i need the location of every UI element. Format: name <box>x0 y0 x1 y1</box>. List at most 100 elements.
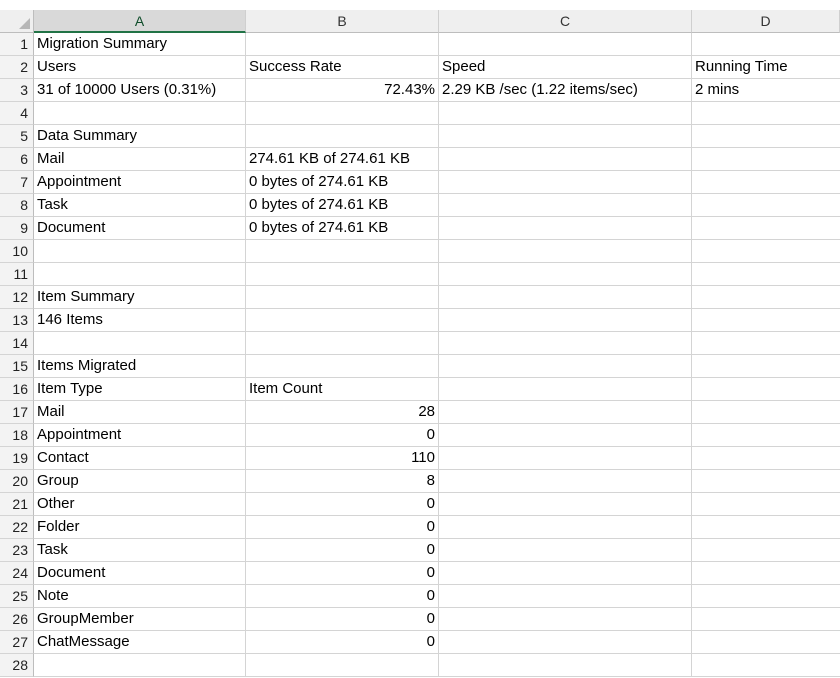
cell-b[interactable]: 0 <box>246 608 439 631</box>
cell-d[interactable] <box>692 516 840 539</box>
row-header[interactable]: 2 <box>0 56 34 79</box>
cell-b[interactable]: 0 <box>246 516 439 539</box>
cell-d[interactable]: Running Time <box>692 56 840 79</box>
cell-c[interactable] <box>439 562 692 585</box>
cell-c[interactable] <box>439 125 692 148</box>
row-header[interactable]: 3 <box>0 79 34 102</box>
row-header[interactable]: 21 <box>0 493 34 516</box>
cell-a[interactable]: Item Type <box>34 378 246 401</box>
cell-d[interactable] <box>692 401 840 424</box>
cell-b[interactable]: 274.61 KB of 274.61 KB <box>246 148 439 171</box>
cell-a[interactable]: Task <box>34 539 246 562</box>
row-header[interactable]: 7 <box>0 171 34 194</box>
cell-a[interactable]: Document <box>34 562 246 585</box>
row-header[interactable]: 8 <box>0 194 34 217</box>
cell-b[interactable]: 0 <box>246 585 439 608</box>
cell-b[interactable] <box>246 355 439 378</box>
cell-c[interactable] <box>439 401 692 424</box>
cell-c[interactable] <box>439 286 692 309</box>
cell-b[interactable] <box>246 33 439 56</box>
cell-c[interactable] <box>439 332 692 355</box>
cell-c[interactable] <box>439 493 692 516</box>
row-header[interactable]: 10 <box>0 240 34 263</box>
cell-c[interactable]: Speed <box>439 56 692 79</box>
cell-c[interactable] <box>439 516 692 539</box>
cell-d[interactable] <box>692 585 840 608</box>
cell-a[interactable]: GroupMember <box>34 608 246 631</box>
cell-b[interactable]: Success Rate <box>246 56 439 79</box>
column-header-d[interactable]: D <box>692 10 840 33</box>
cell-d[interactable] <box>692 263 840 286</box>
cell-a[interactable]: Item Summary <box>34 286 246 309</box>
cell-b[interactable]: 0 <box>246 631 439 654</box>
cell-a[interactable]: Data Summary <box>34 125 246 148</box>
cell-c[interactable] <box>439 585 692 608</box>
cell-a[interactable]: Migration Summary <box>34 33 246 56</box>
cell-b[interactable]: 28 <box>246 401 439 424</box>
cell-b[interactable] <box>246 263 439 286</box>
cell-a[interactable]: Note <box>34 585 246 608</box>
row-header[interactable]: 1 <box>0 33 34 56</box>
cell-a[interactable]: 31 of 10000 Users (0.31%) <box>34 79 246 102</box>
cell-d[interactable] <box>692 470 840 493</box>
row-header[interactable]: 24 <box>0 562 34 585</box>
row-header[interactable]: 16 <box>0 378 34 401</box>
column-header-c[interactable]: C <box>439 10 692 33</box>
cell-c[interactable] <box>439 608 692 631</box>
cell-a[interactable]: Group <box>34 470 246 493</box>
row-header[interactable]: 15 <box>0 355 34 378</box>
cell-c[interactable]: 2.29 KB /sec (1.22 items/sec) <box>439 79 692 102</box>
cell-b[interactable] <box>246 125 439 148</box>
cell-d[interactable] <box>692 125 840 148</box>
cell-d[interactable] <box>692 493 840 516</box>
cell-c[interactable] <box>439 240 692 263</box>
cell-b[interactable]: 0 <box>246 562 439 585</box>
row-header[interactable]: 28 <box>0 654 34 677</box>
cell-b[interactable]: 0 bytes of 274.61 KB <box>246 194 439 217</box>
cell-c[interactable] <box>439 424 692 447</box>
cell-a[interactable]: Mail <box>34 401 246 424</box>
row-header[interactable]: 4 <box>0 102 34 125</box>
cell-b[interactable] <box>246 102 439 125</box>
cell-c[interactable] <box>439 309 692 332</box>
cell-d[interactable]: 2 mins <box>692 79 840 102</box>
cell-a[interactable]: Document <box>34 217 246 240</box>
cell-d[interactable] <box>692 424 840 447</box>
cell-d[interactable] <box>692 171 840 194</box>
row-header[interactable]: 19 <box>0 447 34 470</box>
cell-a[interactable]: Appointment <box>34 171 246 194</box>
cell-c[interactable] <box>439 171 692 194</box>
cell-a[interactable]: Folder <box>34 516 246 539</box>
row-header[interactable]: 20 <box>0 470 34 493</box>
row-header[interactable]: 25 <box>0 585 34 608</box>
cell-b[interactable]: 0 <box>246 493 439 516</box>
cell-d[interactable] <box>692 608 840 631</box>
cell-b[interactable]: 0 bytes of 274.61 KB <box>246 217 439 240</box>
cell-d[interactable] <box>692 33 840 56</box>
cell-a[interactable] <box>34 102 246 125</box>
row-header[interactable]: 12 <box>0 286 34 309</box>
cell-a[interactable]: Contact <box>34 447 246 470</box>
column-header-a[interactable]: A <box>34 10 246 33</box>
cell-d[interactable] <box>692 539 840 562</box>
row-header[interactable]: 9 <box>0 217 34 240</box>
cell-c[interactable] <box>439 148 692 171</box>
cell-d[interactable] <box>692 631 840 654</box>
cell-d[interactable] <box>692 355 840 378</box>
cell-d[interactable] <box>692 332 840 355</box>
row-header[interactable]: 11 <box>0 263 34 286</box>
cell-c[interactable] <box>439 263 692 286</box>
cell-c[interactable] <box>439 447 692 470</box>
column-header-b[interactable]: B <box>246 10 439 33</box>
cell-d[interactable] <box>692 102 840 125</box>
cell-c[interactable] <box>439 539 692 562</box>
cell-d[interactable] <box>692 240 840 263</box>
cell-c[interactable] <box>439 470 692 493</box>
row-header[interactable]: 6 <box>0 148 34 171</box>
cell-d[interactable] <box>692 562 840 585</box>
cell-c[interactable] <box>439 654 692 677</box>
cell-c[interactable] <box>439 378 692 401</box>
cell-a[interactable]: Items Migrated <box>34 355 246 378</box>
cell-d[interactable] <box>692 148 840 171</box>
cell-d[interactable] <box>692 378 840 401</box>
